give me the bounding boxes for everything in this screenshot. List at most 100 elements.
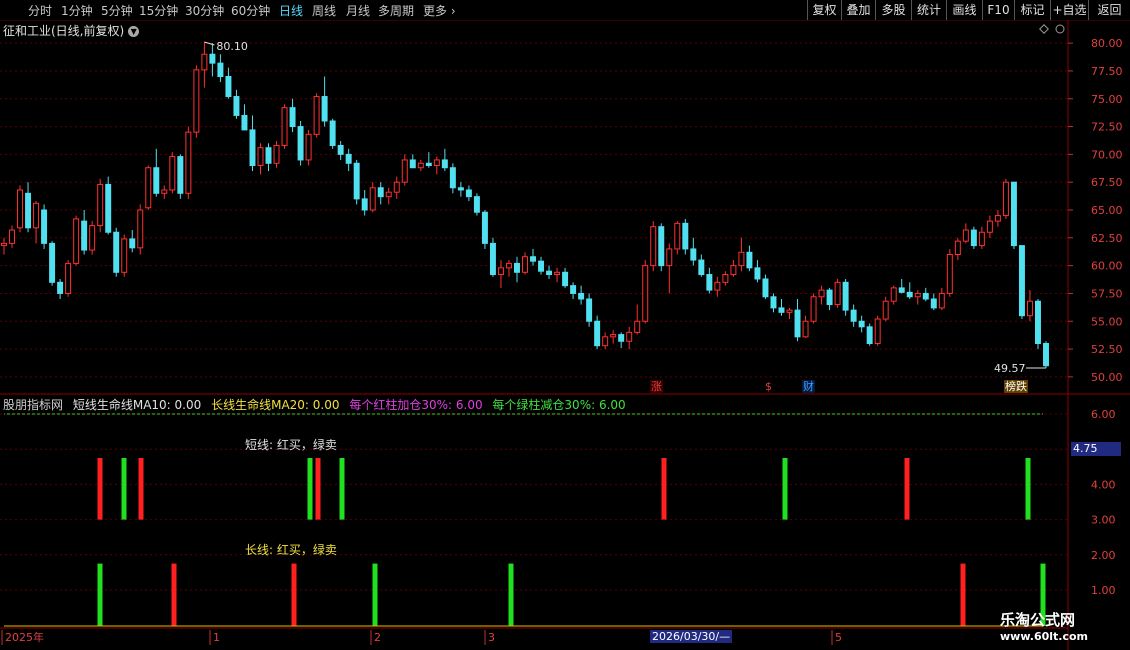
candle-body-down bbox=[49, 242, 56, 283]
price-tick-label: 72.50 bbox=[1091, 121, 1123, 134]
candle-body-up bbox=[1002, 181, 1009, 217]
candle-body-down bbox=[618, 334, 625, 342]
candle-body-up bbox=[73, 218, 80, 264]
candle-body-up bbox=[946, 254, 953, 294]
candle-body-up bbox=[882, 300, 889, 320]
candle-body-up bbox=[9, 229, 16, 244]
candle-body-up bbox=[145, 167, 152, 209]
candle-body-down bbox=[113, 231, 120, 273]
diamond-icon bbox=[1039, 24, 1049, 34]
candle-body-up bbox=[994, 215, 1001, 222]
cursor-date: 2026/03/30/— bbox=[650, 630, 733, 643]
candle-body-up bbox=[369, 187, 376, 211]
short-signal-text: 短线: 红买，绿卖 bbox=[245, 438, 337, 452]
candle-body-down bbox=[698, 259, 705, 276]
candle-body-down bbox=[658, 226, 665, 267]
candle-body-down bbox=[353, 162, 360, 200]
candle-body-down bbox=[409, 159, 416, 169]
candle-body-up bbox=[17, 189, 24, 229]
candle-body-down bbox=[578, 292, 585, 300]
candle-body-up bbox=[137, 209, 144, 249]
candle-body-down bbox=[530, 256, 537, 262]
candle-body-up bbox=[1, 242, 7, 247]
kline-chart[interactable]: 80.00 77.50 75.00 72.50 70.00 67.50 65.00 62.50… bbox=[0, 0, 1130, 650]
price-tick-label: 60.00 bbox=[1091, 260, 1123, 273]
short-signal-bar bbox=[97, 458, 103, 520]
candle-body-up bbox=[674, 222, 681, 250]
candle-body-up bbox=[97, 183, 104, 227]
short-signal-bar bbox=[1025, 458, 1031, 520]
candle-body-up bbox=[273, 144, 280, 164]
candle-body-down bbox=[481, 211, 488, 244]
low-price-label: 49.57 bbox=[994, 362, 1026, 375]
candle-body-down bbox=[249, 129, 256, 166]
xaxis-label: 2 bbox=[374, 631, 381, 644]
event-tag-0[interactable]: 涨 bbox=[650, 380, 663, 393]
candle-body-up bbox=[730, 265, 737, 276]
candle-body-up bbox=[185, 131, 192, 194]
indicator-tick-label: 6.00 bbox=[1091, 408, 1116, 421]
indicator-tick-label: 3.00 bbox=[1091, 514, 1116, 527]
xaxis-label: 3 bbox=[488, 631, 495, 644]
candle-body-down bbox=[217, 62, 224, 78]
price-tick-label: 62.50 bbox=[1091, 232, 1123, 245]
candle-body-up bbox=[193, 69, 200, 133]
price-tick-label: 65.00 bbox=[1091, 204, 1123, 217]
candle-body-down bbox=[794, 309, 801, 338]
candle-body-down bbox=[690, 248, 697, 261]
candle-body-up bbox=[650, 226, 657, 267]
candle-body-down bbox=[337, 144, 344, 155]
candle-body-down bbox=[473, 196, 480, 213]
brand-url: www.60lt.com bbox=[1000, 630, 1089, 643]
candle-body-up bbox=[626, 331, 633, 342]
price-tick-label: 70.00 bbox=[1091, 148, 1123, 161]
event-tag-2[interactable]: 财 bbox=[802, 380, 815, 393]
candle-body-down bbox=[129, 238, 136, 249]
candle-body-up bbox=[802, 320, 809, 338]
candle-body-up bbox=[610, 334, 617, 338]
candle-body-up bbox=[281, 107, 288, 146]
candle-body-down bbox=[546, 270, 553, 276]
candle-body-down bbox=[930, 298, 937, 309]
candle-body-up bbox=[505, 262, 512, 269]
candle-body-up bbox=[818, 289, 825, 298]
candle-body-up bbox=[1026, 300, 1033, 317]
candle-body-up bbox=[313, 96, 320, 135]
price-tick-label: 67.50 bbox=[1091, 176, 1123, 189]
candle-body-down bbox=[321, 96, 328, 122]
candle-body-up bbox=[978, 231, 985, 247]
candle-body-down bbox=[489, 242, 496, 276]
candle-body-up bbox=[810, 296, 817, 322]
short-signal-bar bbox=[661, 458, 667, 520]
candle-body-up bbox=[738, 251, 745, 267]
candle-body-up bbox=[954, 240, 961, 255]
candle-body-down bbox=[706, 274, 713, 291]
candle-body-up bbox=[914, 292, 921, 298]
event-tag-1[interactable]: $ bbox=[764, 380, 773, 393]
long-signal-text: 长线: 红买，绿卖 bbox=[245, 543, 337, 557]
indicator-header: 股朋指标网 短线生命线MA10: 0.00 长线生命线MA20: 0.00 每个… bbox=[3, 396, 632, 413]
event-tag-3[interactable]: 榜跌 bbox=[1004, 380, 1028, 393]
candle-body-down bbox=[449, 167, 456, 189]
candle-body-up bbox=[714, 281, 721, 291]
candle-body-down bbox=[81, 220, 88, 251]
xaxis-label: 5 bbox=[835, 631, 842, 644]
candle-body-down bbox=[746, 251, 753, 269]
candle-body-down bbox=[153, 167, 160, 194]
candle-body-down bbox=[241, 114, 248, 131]
candle-body-down bbox=[1034, 300, 1041, 345]
candle-body-up bbox=[786, 309, 793, 313]
candle-body-down bbox=[465, 189, 472, 198]
candle-body-down bbox=[177, 156, 184, 194]
indicator-name[interactable]: 股朋指标网 bbox=[3, 398, 63, 412]
candle-body-up bbox=[417, 162, 424, 169]
candle-body-up bbox=[89, 225, 96, 251]
candle-body-down bbox=[538, 260, 545, 272]
candle-body-down bbox=[754, 267, 761, 280]
candle-body-up bbox=[986, 220, 993, 233]
candle-body-up bbox=[554, 271, 561, 276]
short-signal-bar bbox=[904, 458, 910, 520]
candle-body-down bbox=[906, 291, 913, 298]
price-tick-label: 50.00 bbox=[1091, 371, 1123, 384]
price-tick-label: 52.50 bbox=[1091, 343, 1123, 356]
